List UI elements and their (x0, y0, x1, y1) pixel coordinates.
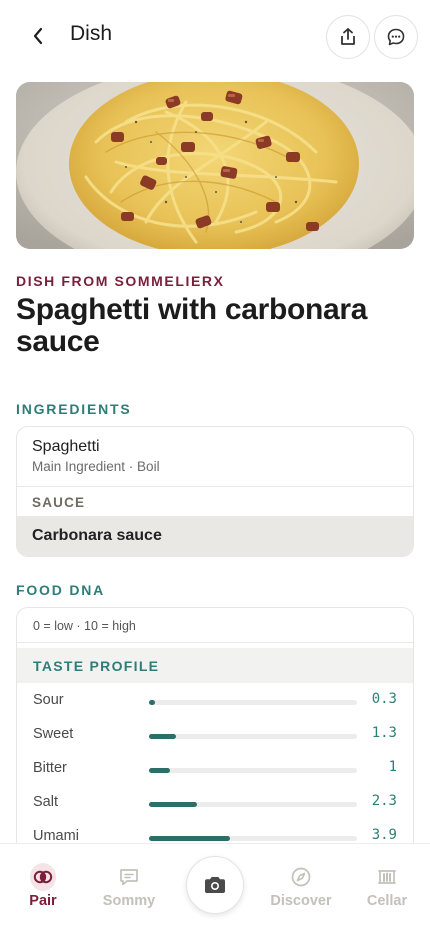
taste-bar-fill (149, 802, 197, 807)
share-icon (341, 28, 355, 45)
taste-bar-track (149, 700, 357, 705)
nav-item-discover[interactable]: Discover (258, 844, 344, 932)
bottom-nav: Pair Sommy Discover Cellar (0, 843, 430, 932)
taste-name: Salt (33, 794, 58, 810)
chevron-left-icon (33, 27, 43, 45)
top-bar: Dish (0, 0, 430, 72)
taste-bar-track (149, 802, 357, 807)
dish-source-label: DISH FROM SOMMELIERX (16, 273, 225, 289)
taste-value: 1 (388, 759, 397, 775)
taste-bar-fill (149, 734, 177, 739)
food-dna-heading: FOOD DNA (16, 582, 106, 598)
nav-item-cellar[interactable]: Cellar (344, 844, 430, 932)
page-title: Dish (70, 22, 113, 45)
taste-name: Sour (33, 692, 64, 708)
taste-bar-track (149, 768, 357, 773)
ingredient-meta: Main Ingredient · Boil (32, 459, 160, 474)
taste-value: 3.9 (371, 827, 397, 843)
taste-bar-track (149, 836, 357, 841)
taste-row-salt: Salt 2.3 (17, 786, 413, 820)
taste-bar-fill (149, 768, 170, 773)
taste-name: Bitter (33, 760, 67, 776)
taste-value: 2.3 (371, 793, 397, 809)
sauce-heading: SAUCE (32, 495, 86, 510)
taste-profile-heading: TASTE PROFILE (17, 648, 413, 683)
taste-bar-fill (149, 700, 156, 705)
taste-value: 0.3 (371, 691, 397, 707)
compass-icon (291, 867, 311, 887)
ingredient-name: Spaghetti (32, 438, 100, 455)
dish-photo (16, 82, 414, 249)
nav-label: Discover (270, 893, 332, 909)
food-dna-card: 0 = low · 10 = high TASTE PROFILE Sour 0… (16, 607, 414, 867)
nav-label: Cellar (366, 893, 408, 909)
comments-button[interactable] (374, 15, 418, 59)
share-button[interactable] (326, 15, 370, 59)
divider (17, 642, 413, 643)
taste-bar-track (149, 734, 357, 739)
taste-bar-fill (149, 836, 231, 841)
taste-row-bitter: Bitter 1 (17, 752, 413, 786)
cellar-icon (378, 870, 396, 884)
back-button[interactable] (22, 20, 54, 52)
camera-button[interactable] (186, 856, 244, 914)
taste-value: 1.3 (371, 725, 397, 741)
taste-name: Sweet (33, 726, 74, 742)
camera-icon (205, 877, 225, 893)
taste-row-sour: Sour 0.3 (17, 684, 413, 718)
chat-bubble-icon (387, 28, 405, 46)
taste-name: Umami (33, 828, 79, 844)
nav-item-pair[interactable]: Pair (0, 844, 86, 932)
ingredients-card: Spaghetti Main Ingredient · Boil SAUCE C… (16, 426, 414, 557)
sauce-row[interactable]: Carbonara sauce (17, 516, 413, 556)
dish-title: Spaghetti with carbonara sauce (16, 293, 368, 358)
ingredient-row-main[interactable]: Spaghetti Main Ingredient · Boil (17, 427, 413, 487)
pair-icon (30, 863, 56, 891)
sommy-chat-icon (120, 869, 138, 886)
nav-label: Sommy (102, 893, 156, 909)
ingredients-heading: INGREDIENTS (16, 401, 132, 417)
nav-label: Pair (29, 893, 57, 909)
taste-row-sweet: Sweet 1.3 (17, 718, 413, 752)
scale-note: 0 = low · 10 = high (33, 619, 136, 633)
divider (17, 486, 413, 487)
nav-item-sommy[interactable]: Sommy (86, 844, 172, 932)
